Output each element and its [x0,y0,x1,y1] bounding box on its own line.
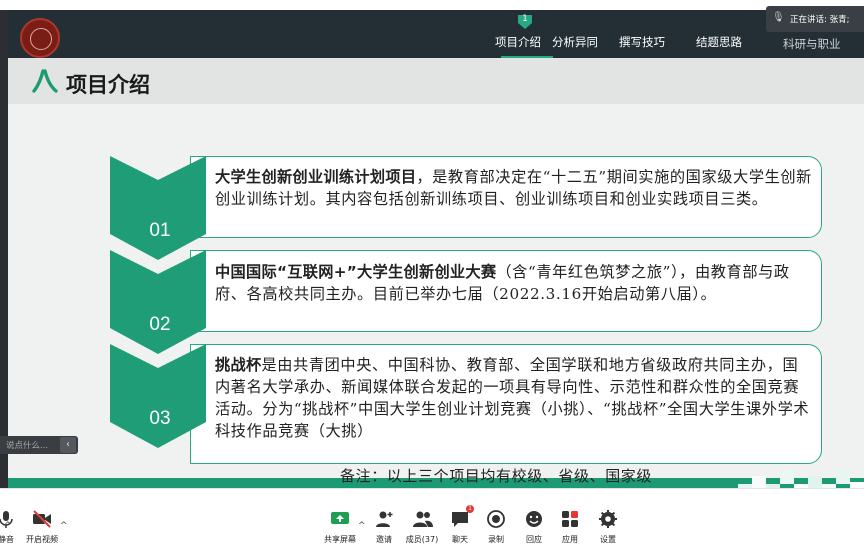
reaction-icon [526,511,542,527]
item-text-02: 中国国际“互联网+”大学生创新创业大赛（含“青年红色筑梦之旅”），由教育部与政府… [215,261,813,305]
invite-icon [376,511,393,527]
title-leaf-icon [32,69,58,93]
item-text-01: 大学生创新创业训练计划项目，是教育部决定在“十二五”期间实施的国家级大学生创新创… [215,166,813,210]
record-icon [487,510,505,528]
speaking-name: 张青; [829,15,850,25]
nav-item-research-career[interactable]: 科研与职业 [783,36,841,52]
shared-screen: 1 项目介绍 分析异同 撰写技巧 结题思路 科研与职业 项目介绍 01 大学生创… [0,10,864,488]
item-text-03: 挑战杯是由共青团中央、中国科协、教育部、全国学联和地方省级政府共同主办，国内著名… [215,354,813,442]
nav-item-project-intro[interactable]: 项目介绍 [495,34,541,50]
chevron-03-icon [110,344,206,448]
item-body-03: 是由共青团中央、中国科协、教育部、全国学联和地方省级政府共同主办，国内著名大学承… [215,356,810,440]
chevron-left-icon[interactable]: ‹ [60,437,76,453]
pixel-decoration-icon [738,470,864,488]
item-title-02: 中国国际“互联网+”大学生创新创业大赛 [215,263,497,281]
settings-label: 设置 [600,535,616,544]
share-screen-icon [331,512,349,524]
item-number-02: 02 [149,314,171,335]
chat-placeholder: 说点什么... [6,441,49,451]
speaking-indicator: 🎙 正在讲话: 张青; [766,6,864,32]
window-top-strip [0,0,864,10]
university-logo-icon [20,18,60,58]
mute-options-caret-icon[interactable]: ^ [4,521,12,531]
nav-item-compare[interactable]: 分析异同 [552,34,598,50]
mic-indicator-icon: 🎙 [772,12,785,23]
speaking-label: 正在讲话: 张青; [790,13,849,25]
chat-unread-badge: 1 [466,505,474,513]
item-title-03: 挑战杯 [215,356,262,374]
start-video-button[interactable]: 开启视频 [20,489,64,546]
nav-item-conclusion[interactable]: 结题思路 [696,34,742,50]
settings-button[interactable]: 设置 [586,489,630,546]
speaking-prefix: 正在讲话: [790,15,827,25]
settings-icon [599,510,617,528]
nav-active-marker: 1 [518,14,532,29]
chevron-01-icon [110,156,206,260]
slide-header: 1 项目介绍 分析异同 撰写技巧 结题思路 科研与职业 [8,10,864,58]
item-number-03: 03 [149,408,171,429]
chevron-02-icon [110,250,206,354]
nav-active-marker-number: 1 [522,14,528,24]
item-title-01: 大学生创新创业训练计划项目 [215,168,417,186]
members-icon [413,511,433,527]
apps-icon [562,511,578,527]
slide-title: 项目介绍 [66,73,150,97]
video-options-caret-icon[interactable]: ^ [60,521,68,531]
item-number-01: 01 [149,220,171,241]
left-sidebar-strip [0,10,8,488]
nav-item-writing-tips[interactable]: 撰写技巧 [619,34,665,50]
chat-input-bubble[interactable]: 说点什么... ‹ [0,436,78,454]
start-video-label: 开启视频 [26,535,58,544]
slide-note: 备注：以上三个项目均有校级、省级、国家级 [340,467,653,485]
video-off-icon [33,510,51,528]
meeting-toolbar: 静音 ^ 开启视频 ^ 共享屏幕 ^ 邀请 成员(37) 1 聊天 录制 回应 … [0,488,864,546]
